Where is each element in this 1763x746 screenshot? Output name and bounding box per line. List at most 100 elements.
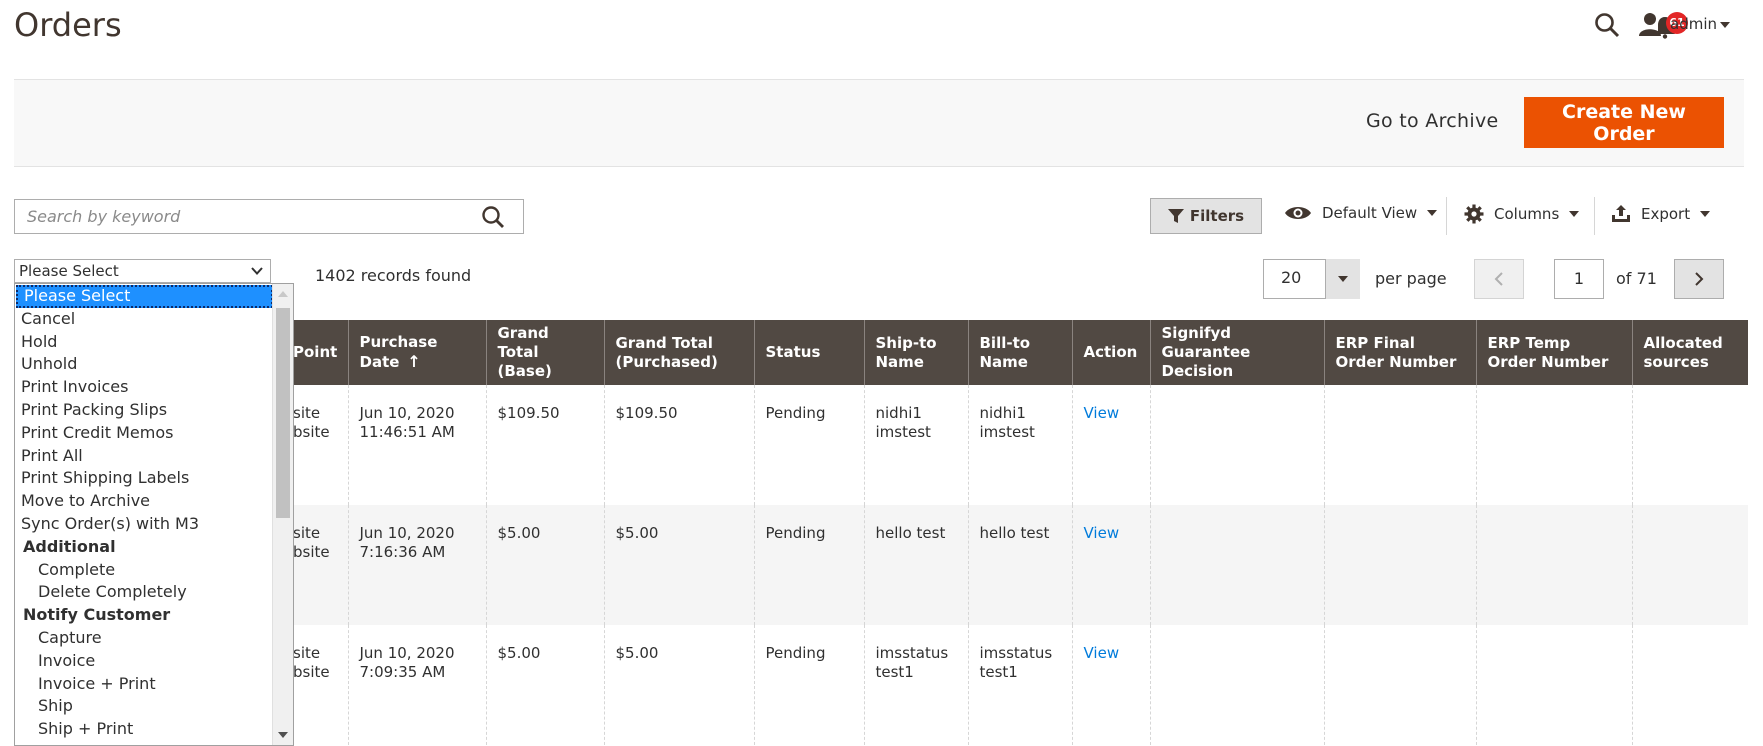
page-title: Orders (14, 6, 122, 44)
column-header-bill-to-name[interactable]: Bill-to Name (967, 320, 1072, 385)
cell-bill-to-name: nidhi1 imstest (967, 385, 1072, 505)
scroll-down-icon[interactable] (278, 731, 288, 739)
filters-label: Filters (1189, 207, 1245, 225)
cell-status: Pending (753, 505, 864, 625)
dropdown-option[interactable]: Hold (15, 331, 293, 354)
export-dropdown[interactable]: Export (1611, 204, 1711, 224)
cell-action: View (1071, 385, 1150, 505)
column-header-ship-to-name[interactable]: Ship-to Name (863, 320, 968, 385)
chevron-down-icon[interactable] (1720, 22, 1730, 28)
chevron-down-icon (1700, 211, 1711, 217)
dropdown-option[interactable]: Complete (15, 559, 293, 582)
column-header-grand-total-base[interactable]: Grand Total (Base) (485, 320, 604, 385)
eye-icon (1285, 207, 1311, 219)
scroll-up-icon[interactable] (278, 290, 288, 298)
cell-status: Pending (753, 385, 864, 505)
cell-grand-total-base: $5.00 (485, 625, 604, 745)
mass-action-dropdown-list[interactable]: Please Select Cancel Hold Unhold Print Invoi… (14, 283, 294, 746)
dropdown-option[interactable]: Print All (15, 445, 293, 468)
search-input[interactable] (15, 200, 489, 233)
view-label: Default View (1322, 204, 1418, 222)
column-header-status[interactable]: Status (753, 320, 864, 385)
current-page-input[interactable]: 1 (1554, 259, 1604, 299)
dropdown-option[interactable]: Capture (15, 627, 293, 650)
dropdown-option[interactable]: Please Select (16, 285, 273, 308)
per-page-value[interactable]: 20 (1281, 268, 1301, 287)
columns-dropdown[interactable]: Columns (1464, 204, 1580, 224)
dropdown-option[interactable]: Ship + Print (15, 718, 293, 741)
cell-status: Pending (753, 625, 864, 745)
divider (1446, 197, 1447, 235)
cell-signifyd (1149, 505, 1324, 625)
cell-bill-to-name: hello test (967, 505, 1072, 625)
cell-erp-final (1323, 385, 1476, 505)
divider (1594, 197, 1595, 235)
export-icon (1612, 205, 1630, 222)
search-icon[interactable] (1594, 12, 1620, 42)
column-header-erp-temp[interactable]: ERP Temp Order Number (1475, 320, 1632, 385)
sort-ascending-icon: ↑ (407, 352, 421, 371)
cell-allocated-sources (1631, 385, 1748, 505)
cell-bill-to-name: imsstatus test1 (967, 625, 1072, 745)
column-header-erp-final[interactable]: ERP Final Order Number (1323, 320, 1476, 385)
cell-signifyd (1149, 385, 1324, 505)
cell-grand-total-purchased: $109.50 (603, 385, 754, 505)
dropdown-option[interactable]: Cancel (15, 308, 293, 331)
mass-action-select[interactable]: Please Select (14, 259, 271, 283)
columns-label: Columns (1494, 205, 1560, 223)
dropdown-option[interactable]: Print Credit Memos (15, 422, 293, 445)
dropdown-option[interactable]: Print Shipping Labels (15, 467, 293, 490)
chevron-down-icon (1569, 211, 1580, 217)
dropdown-option[interactable]: Ship (15, 695, 293, 718)
dropdown-option[interactable]: Invoice + Print (15, 673, 293, 696)
dropdown-scrollbar[interactable] (272, 284, 293, 745)
cell-grand-total-base: $109.50 (485, 385, 604, 505)
filters-button[interactable]: Filters (1150, 198, 1262, 234)
go-to-archive-button[interactable]: Go to Archive (1366, 110, 1499, 132)
dropdown-option[interactable]: Move to Archive (15, 490, 293, 513)
next-page-button[interactable] (1674, 259, 1724, 299)
cell-ship-to-name: nidhi1 imstest (863, 385, 968, 505)
view-dropdown[interactable]: Default View (1284, 204, 1438, 222)
column-header-grand-total-purchased[interactable]: Grand Total (Purchased) (603, 320, 754, 385)
user-icon[interactable] (1639, 12, 1661, 40)
column-header-label: Purchase Date (359, 333, 438, 371)
column-header-purchase-date[interactable]: Purchase Date ↑ (347, 320, 486, 385)
dropdown-option[interactable]: Sync Order(s) with M3 (15, 513, 293, 536)
cell-grand-total-base: $5.00 (485, 505, 604, 625)
per-page-toggle-button[interactable] (1325, 259, 1360, 299)
column-header-allocated-sources[interactable]: Allocated sources (1631, 320, 1748, 385)
dropdown-option[interactable]: Delete Completely (15, 581, 293, 604)
cell-signifyd (1149, 625, 1324, 745)
view-order-link[interactable]: View (1084, 524, 1120, 542)
create-new-order-button[interactable]: Create New Order (1524, 97, 1724, 148)
dropdown-option[interactable]: Print Packing Slips (15, 399, 293, 422)
gear-icon (1464, 204, 1484, 224)
dropdown-option[interactable]: Invoice (15, 650, 293, 673)
chevron-down-icon (1338, 276, 1348, 282)
dropdown-option[interactable]: Print Invoices (15, 376, 293, 399)
column-header-signifyd[interactable]: Signifyd Guarantee Decision (1149, 320, 1324, 385)
cell-erp-temp (1475, 505, 1632, 625)
chevron-down-icon (251, 267, 263, 275)
cell-action: View (1071, 625, 1150, 745)
column-header-action: Action (1071, 320, 1150, 385)
cell-erp-temp (1475, 625, 1632, 745)
view-order-link[interactable]: View (1084, 644, 1120, 662)
cell-erp-final (1323, 505, 1476, 625)
user-name[interactable]: admin (1670, 15, 1717, 33)
view-order-link[interactable]: View (1084, 404, 1120, 422)
previous-page-button[interactable] (1474, 259, 1524, 299)
records-count: 1402 records found (315, 266, 472, 285)
scrollbar-thumb[interactable] (276, 308, 290, 518)
cell-ship-to-name: hello test (863, 505, 968, 625)
cell-ship-to-name: imsstatus test1 (863, 625, 968, 745)
search-icon[interactable] (481, 205, 505, 233)
cell-grand-total-purchased: $5.00 (603, 505, 754, 625)
funnel-icon (1167, 209, 1184, 223)
cell-purchase-date: Jun 10, 2020 11:46:51 AM (347, 385, 486, 505)
per-page-label: per page (1375, 269, 1447, 288)
total-pages-label: of 71 (1616, 269, 1657, 288)
cell-action: View (1071, 505, 1150, 625)
dropdown-option[interactable]: Unhold (15, 353, 293, 376)
